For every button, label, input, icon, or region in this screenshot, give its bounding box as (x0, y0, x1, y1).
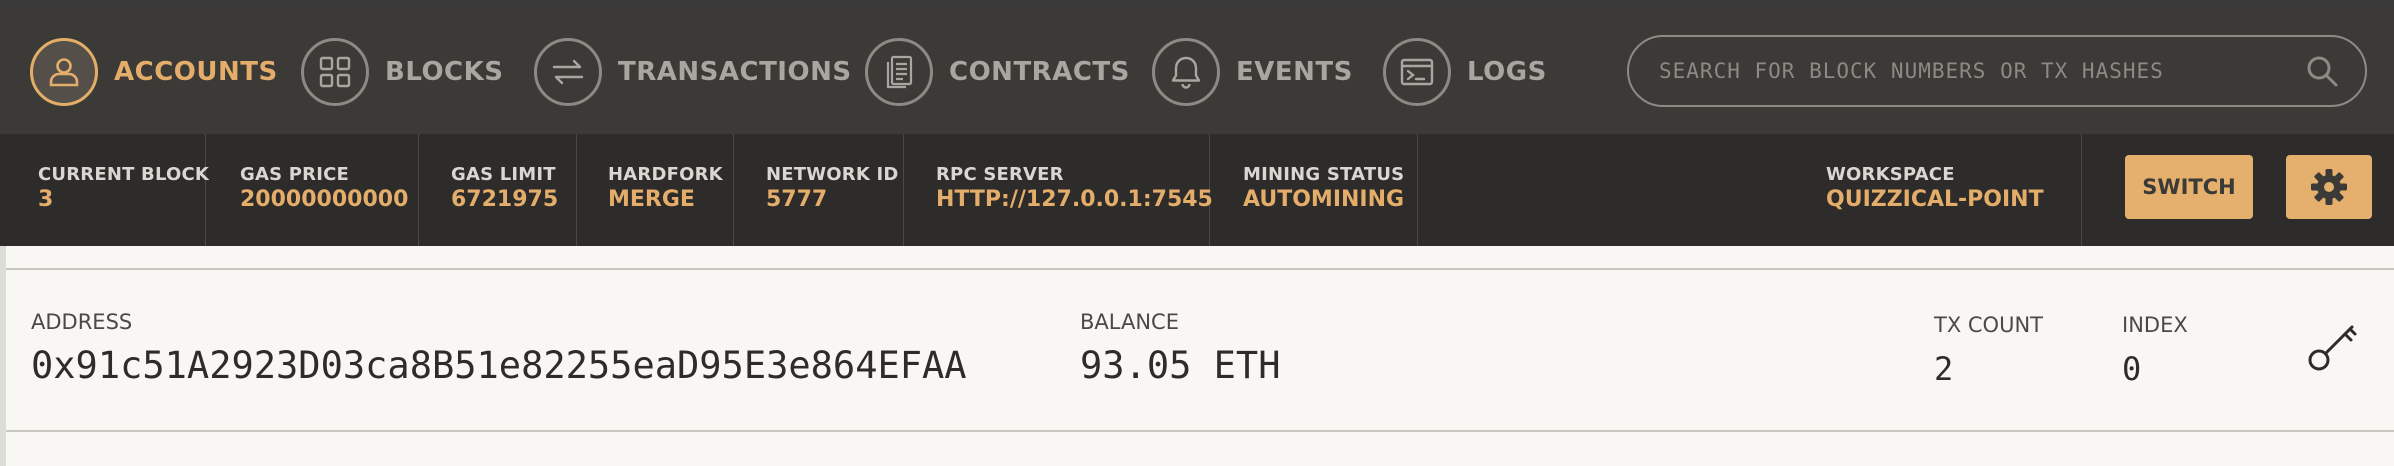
tab-contracts-label: CONTRACTS (949, 57, 1130, 87)
tab-logs[interactable]: LOGS (1383, 36, 1547, 108)
index-value: 0 (2122, 350, 2142, 388)
tab-accounts[interactable]: ACCOUNTS (30, 36, 278, 108)
stat-gas-limit: GAS LIMIT 6721975 (419, 134, 577, 246)
terminal-icon (1383, 38, 1451, 106)
window-top-edge (0, 0, 2394, 10)
gear-icon (2311, 169, 2347, 205)
tab-blocks[interactable]: BLOCKS (301, 36, 504, 108)
grid-icon (301, 38, 369, 106)
user-icon (30, 38, 98, 106)
show-keys-button[interactable] (2304, 316, 2364, 376)
stat-hardfork: HARDFORK MERGE (577, 134, 734, 246)
stat-workspace: WORKSPACE QUIZZICAL-POINT (1800, 134, 2082, 246)
index-label: INDEX (2122, 313, 2188, 337)
search-bar (1627, 35, 2367, 107)
account-address: 0x91c51A2923D03ca8B51e82255eaD95E3e864EF… (31, 344, 967, 387)
account-balance: 93.05 ETH (1080, 344, 1281, 387)
tab-blocks-label: BLOCKS (385, 57, 504, 87)
tab-events[interactable]: EVENTS (1152, 36, 1353, 108)
tab-events-label: EVENTS (1236, 57, 1353, 87)
bell-icon (1152, 38, 1220, 106)
tx-count-value: 2 (1934, 350, 1954, 388)
tab-transactions-label: TRANSACTIONS (618, 57, 852, 87)
search-input[interactable] (1657, 58, 2305, 84)
tab-contracts[interactable]: CONTRACTS (865, 36, 1130, 108)
stat-current-block: CURRENT BLOCK 3 (0, 134, 209, 246)
tab-transactions[interactable]: TRANSACTIONS (534, 36, 852, 108)
search-icon[interactable] (2305, 54, 2339, 88)
stat-gas-price: GAS PRICE 20000000000 (206, 134, 419, 246)
balance-label: BALANCE (1080, 310, 1179, 334)
tab-logs-label: LOGS (1467, 57, 1547, 87)
document-icon (865, 38, 933, 106)
stat-rpc-server: RPC SERVER HTTP://127.0.0.1:7545 (904, 134, 1213, 246)
tx-count-label: TX COUNT (1934, 313, 2043, 337)
stat-mining-status: MINING STATUS AUTOMINING (1210, 134, 1418, 246)
settings-button[interactable] (2286, 155, 2372, 219)
key-icon (2308, 325, 2357, 371)
stat-network-id: NETWORK ID 5777 (734, 134, 904, 246)
top-navigation: ACCOUNTS BLOCKS TRANSACTIONS CONTRACTS E… (0, 10, 2394, 135)
tab-accounts-label: ACCOUNTS (114, 57, 278, 87)
swap-arrows-icon (534, 38, 602, 106)
status-bar: CURRENT BLOCK 3 GAS PRICE 20000000000 GA… (0, 134, 2394, 246)
address-label: ADDRESS (31, 310, 133, 334)
switch-workspace-button[interactable]: SWITCH (2125, 155, 2253, 219)
